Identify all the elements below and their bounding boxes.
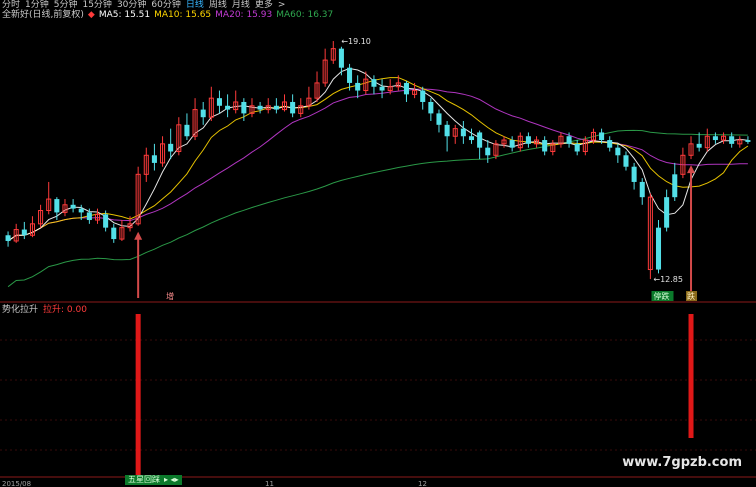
xaxis-tick-label: 12 — [418, 480, 427, 487]
candle-body — [290, 101, 296, 114]
candle-body — [542, 140, 548, 152]
candle-body — [5, 235, 11, 241]
signal-bar — [135, 314, 141, 476]
candle-body — [21, 229, 27, 236]
watermark: www.7gpzb.com — [622, 455, 742, 470]
candle-body — [615, 147, 621, 156]
candle-body — [444, 124, 450, 137]
candle-body — [599, 132, 605, 141]
candle-body — [468, 136, 475, 141]
candle-body — [54, 199, 60, 213]
indicator-name: 势化拉升 — [2, 305, 39, 315]
candle-body — [477, 132, 483, 148]
buy-arrow-icon — [134, 231, 143, 240]
ma5-line — [7, 67, 748, 242]
candle-body — [623, 155, 629, 167]
candle-body — [436, 113, 442, 125]
candle-body — [525, 136, 531, 144]
xaxis-tick-label: 11 — [265, 480, 274, 487]
candle-body — [273, 105, 279, 110]
candle-body — [664, 197, 670, 228]
indicator-value: 拉升: 0.00 — [43, 305, 87, 315]
candle-body — [485, 147, 491, 156]
candle-body — [403, 82, 409, 95]
xaxis-tick-label: 2015/08 — [2, 480, 31, 487]
candle-body — [371, 79, 377, 87]
candle-body — [745, 140, 751, 142]
candle-body — [257, 105, 263, 110]
candle-body — [70, 204, 76, 209]
candle-body — [712, 136, 718, 141]
candle-body — [347, 67, 353, 83]
low-price-label: ←12.85 — [653, 275, 683, 284]
candle-body — [338, 48, 344, 68]
ma10-line — [7, 77, 749, 242]
candle-body — [460, 128, 466, 137]
candle-body — [241, 101, 247, 114]
candle-body — [225, 105, 231, 110]
candle-body — [509, 140, 515, 148]
kline-chart: ←19.10 ←12.85 增 停跌 跌 2015/08 11 12 — [0, 37, 756, 487]
candle-body — [428, 101, 434, 114]
buy-arrow-icon — [687, 165, 696, 174]
candle-body — [184, 124, 190, 137]
candle-body — [168, 143, 174, 152]
signal-bar — [688, 314, 694, 438]
candle-body — [607, 140, 613, 148]
candle-body — [200, 109, 206, 118]
signal-legend-label: 五星回踩 — [128, 475, 160, 484]
candle-body — [672, 174, 678, 198]
ma60-line — [7, 129, 748, 288]
candle-body — [574, 143, 580, 152]
mark-label-3: 跌 — [687, 291, 695, 301]
candle-body — [151, 155, 157, 163]
candle-body — [729, 136, 735, 144]
candle-body — [111, 227, 117, 240]
mark-label-1: 增 — [166, 291, 174, 301]
candle-body — [78, 208, 84, 213]
candle-body — [216, 98, 222, 106]
candle-body — [355, 82, 361, 91]
candle-body — [631, 166, 637, 182]
candle-body — [420, 90, 426, 102]
indicator-bar: 势化拉升 拉升: 0.00 — [2, 305, 87, 316]
high-price-label: ←19.10 — [341, 37, 371, 46]
candle-body — [566, 136, 572, 144]
signal-legend-arrows: ▸ ◂▸ — [164, 475, 179, 484]
ma20-line — [7, 88, 748, 242]
candle-body — [379, 86, 385, 91]
signal-legend-chip[interactable]: 五星回踩 ▸ ◂▸ — [125, 475, 182, 485]
candle-body — [696, 143, 702, 148]
candle-body — [639, 181, 645, 198]
candle-body — [655, 227, 662, 270]
mark-label-2: 停跌 — [654, 291, 670, 301]
candle-body — [103, 214, 109, 228]
candle-body — [86, 212, 92, 221]
